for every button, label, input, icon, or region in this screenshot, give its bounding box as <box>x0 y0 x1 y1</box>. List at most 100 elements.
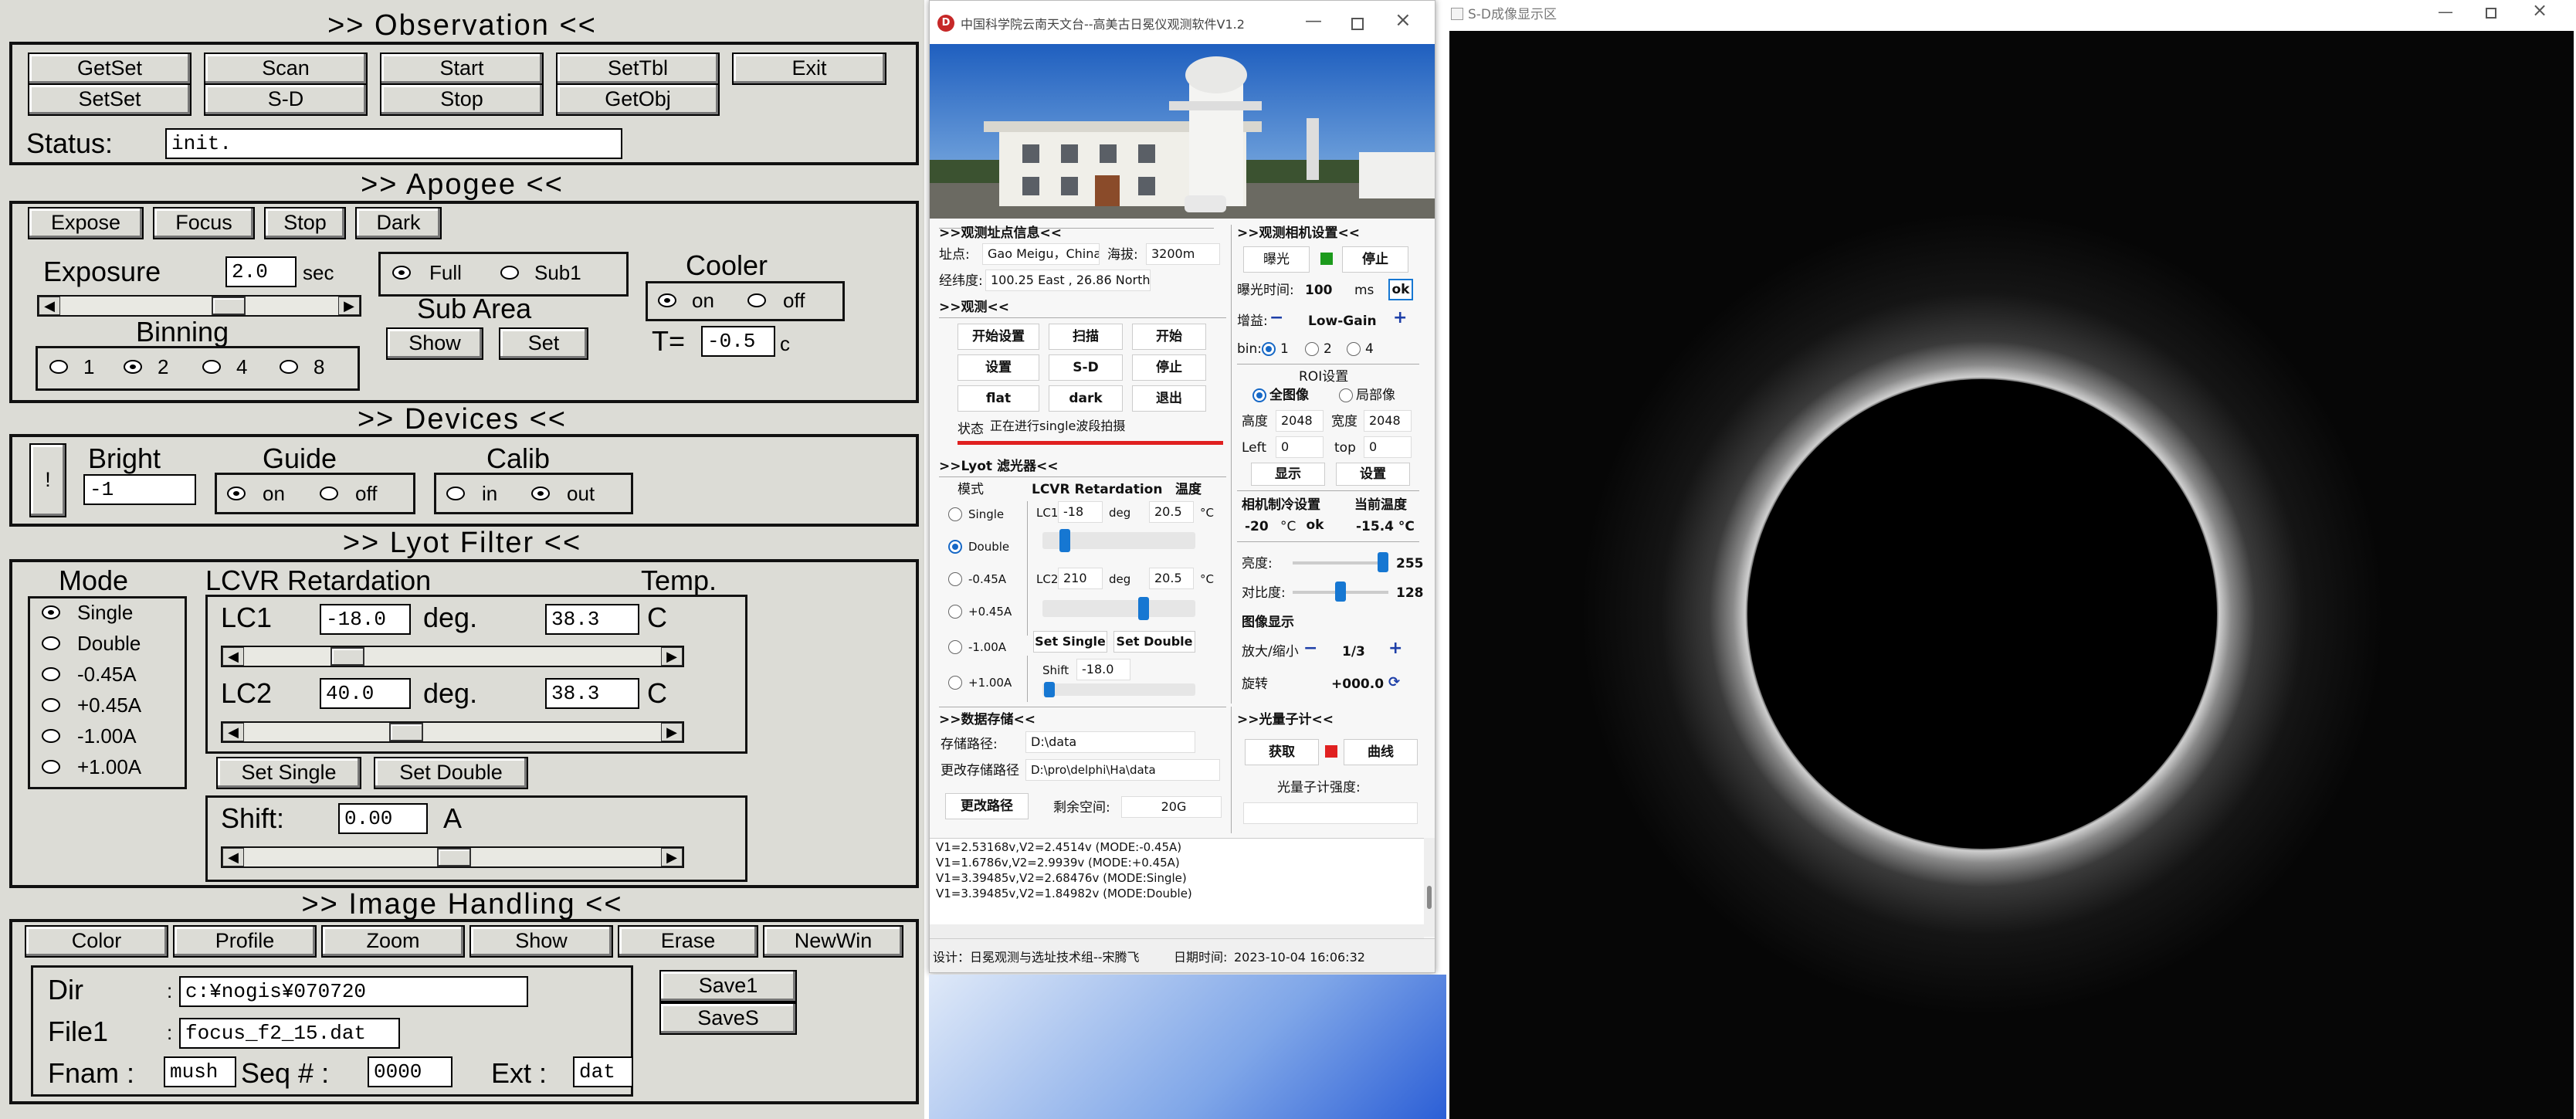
log-hscrollbar[interactable] <box>930 924 1424 938</box>
zoom-plus-icon[interactable]: + <box>1388 640 1402 657</box>
win-lc1-slider-thumb[interactable] <box>1059 529 1070 552</box>
storage-path-field[interactable]: D:\data <box>1025 731 1195 753</box>
cam-stop-button[interactable]: 停止 <box>1342 246 1408 273</box>
slider-left-icon[interactable]: ◀ <box>222 848 244 866</box>
set-double-button[interactable]: Set Double <box>374 757 528 789</box>
mode-sub1-radio[interactable] <box>500 266 519 280</box>
exposure-field[interactable]: 2.0 <box>225 256 297 287</box>
site-field[interactable]: Gao Meigu，China <box>982 243 1100 265</box>
lc2-field[interactable]: 40.0 <box>320 678 411 709</box>
win-lc2-slider-thumb[interactable] <box>1138 597 1149 620</box>
win-lc1-field[interactable]: -18 <box>1058 501 1103 523</box>
shift-slider[interactable]: ◀ ▶ <box>221 846 684 868</box>
fnam-field[interactable]: mush <box>164 1056 236 1087</box>
exit-button[interactable]: Exit <box>732 53 886 85</box>
subarea-show-button[interactable]: Show <box>386 327 483 360</box>
saves-button[interactable]: SaveS <box>659 1002 797 1035</box>
photon-get-button[interactable]: 获取 <box>1245 739 1319 765</box>
start-button[interactable]: Start <box>380 53 544 85</box>
calib-in-radio[interactable] <box>446 487 465 500</box>
lc2-slider[interactable]: ◀ ▶ <box>221 721 684 743</box>
win-mode-p045-radio[interactable] <box>948 605 962 619</box>
apogee-stop-button[interactable]: Stop <box>264 207 346 239</box>
slider-thumb[interactable] <box>330 647 364 666</box>
win-shift-field[interactable]: -18.0 <box>1076 659 1130 680</box>
obs-sd-button[interactable]: S-D <box>1049 354 1123 381</box>
obs-start-button[interactable]: 开始 <box>1132 324 1206 350</box>
lyot-p100-radio[interactable] <box>42 760 60 774</box>
profile-button[interactable]: Profile <box>173 925 317 958</box>
subarea-set-button[interactable]: Set <box>499 327 588 360</box>
cool-ok-button[interactable]: ok <box>1303 515 1327 537</box>
exptime-value[interactable]: 100 <box>1305 282 1333 299</box>
roi-left-field[interactable]: 0 <box>1276 436 1324 458</box>
setset-button[interactable]: SetSet <box>28 83 192 116</box>
win-lc2-slider[interactable] <box>1042 600 1195 617</box>
slider-right-icon[interactable]: ▶ <box>338 297 360 315</box>
color-button[interactable]: Color <box>25 925 168 958</box>
lc1-slider[interactable]: ◀ ▶ <box>221 646 684 667</box>
roi-show-button[interactable]: 显示 <box>1251 463 1325 486</box>
lyot-p045-radio[interactable] <box>42 698 60 712</box>
expose-button[interactable]: Expose <box>28 207 144 239</box>
obs-stop-button[interactable]: 停止 <box>1132 354 1206 381</box>
altitude-field[interactable]: 3200m <box>1146 243 1220 265</box>
exposure-slider[interactable]: ◀ ▶ <box>37 295 361 317</box>
rotate-icon[interactable]: ⟳ <box>1388 674 1400 691</box>
slider-thumb[interactable] <box>437 848 471 866</box>
devices-toggle-button[interactable]: ! <box>29 443 66 517</box>
calib-out-radio[interactable] <box>531 487 550 500</box>
cooler-on-radio[interactable] <box>658 293 676 307</box>
exptime-ok-button[interactable]: ok <box>1388 279 1413 300</box>
roi-width-field[interactable]: 2048 <box>1364 410 1412 432</box>
win-mode-single-radio[interactable] <box>948 507 962 521</box>
focus-button[interactable]: Focus <box>153 207 255 239</box>
win-set-double-button[interactable]: Set Double <box>1113 631 1195 653</box>
file1-field[interactable]: focus_f2_15.dat <box>179 1018 400 1049</box>
bin-1-radio[interactable] <box>1262 342 1276 356</box>
slider-right-icon[interactable]: ▶ <box>661 647 683 666</box>
obs-dark-button[interactable]: dark <box>1049 385 1123 412</box>
dark-button[interactable]: Dark <box>355 207 442 239</box>
lc1-field[interactable]: -18.0 <box>320 604 411 635</box>
maximize-icon[interactable] <box>1351 18 1364 30</box>
obs-setup-button[interactable]: 设置 <box>958 354 1039 381</box>
set-single-button[interactable]: Set Single <box>216 757 361 789</box>
win-lc2-field[interactable]: 210 <box>1058 568 1103 589</box>
cool-value[interactable]: -20 <box>1245 518 1269 535</box>
obs-start-setup-button[interactable]: 开始设置 <box>958 324 1039 350</box>
slider-left-icon[interactable]: ◀ <box>222 723 244 741</box>
dir-field[interactable]: c:¥nogis¥070720 <box>179 976 528 1007</box>
gain-plus-icon[interactable]: + <box>1393 310 1407 327</box>
temp-field[interactable]: -0.5 <box>701 326 775 357</box>
roi-top-field[interactable]: 0 <box>1364 436 1412 458</box>
guide-off-radio[interactable] <box>320 487 338 500</box>
mode-full-radio[interactable] <box>392 266 411 280</box>
slider-left-icon[interactable]: ◀ <box>39 297 60 315</box>
newwin-button[interactable]: NewWin <box>763 925 903 958</box>
win-mode-double-radio[interactable] <box>948 540 962 554</box>
coord-field[interactable]: 100.25 East , 26.86 North <box>985 270 1151 291</box>
image-minimize-icon[interactable]: — <box>2438 3 2453 20</box>
win-shift-slider-thumb[interactable] <box>1044 682 1055 697</box>
slider-thumb[interactable] <box>212 297 246 315</box>
show-button[interactable]: Show <box>469 925 613 958</box>
slider-thumb[interactable] <box>389 723 423 741</box>
brightness-slider-thumb[interactable] <box>1378 552 1388 572</box>
win-mode-m045-radio[interactable] <box>948 572 962 586</box>
change-path-button[interactable]: 更改路径 <box>945 793 1029 819</box>
binning-8-radio[interactable] <box>280 360 298 374</box>
zoom-minus-icon[interactable]: − <box>1303 640 1317 657</box>
binning-4-radio[interactable] <box>202 360 221 374</box>
binning-1-radio[interactable] <box>49 360 68 374</box>
bin-4-radio[interactable] <box>1347 342 1361 356</box>
obs-exit-button[interactable]: 退出 <box>1132 385 1206 412</box>
slider-right-icon[interactable]: ▶ <box>661 723 683 741</box>
win-mode-p100-radio[interactable] <box>948 676 962 690</box>
save1-button[interactable]: Save1 <box>659 970 797 1002</box>
lyot-double-radio[interactable] <box>42 636 60 650</box>
ext-field[interactable]: dat <box>573 1056 633 1087</box>
scan-button[interactable]: Scan <box>204 53 368 85</box>
bin-2-radio[interactable] <box>1305 342 1319 356</box>
brightness-slider[interactable] <box>1293 561 1388 565</box>
